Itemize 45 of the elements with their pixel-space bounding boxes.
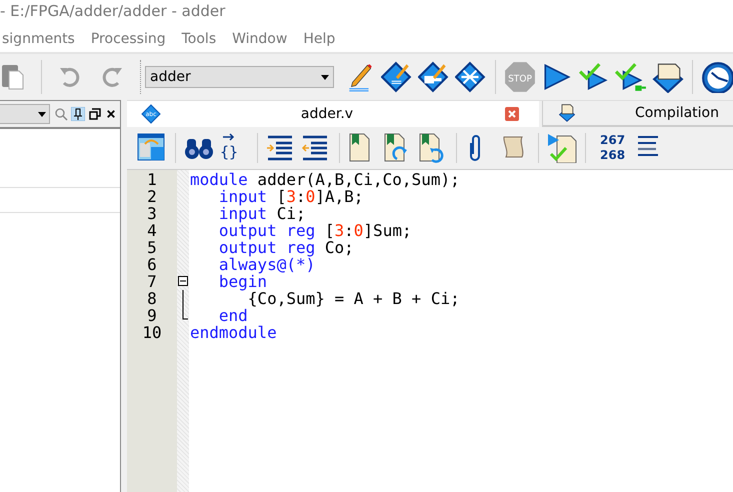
clock-icon[interactable]	[701, 61, 733, 93]
code-line: end	[218, 307, 249, 324]
pin-icon[interactable]	[71, 107, 85, 121]
menu-item[interactable]: Window	[230, 31, 290, 47]
line-number: 10	[141, 324, 163, 341]
restore-icon[interactable]	[88, 107, 102, 121]
line-number: 9	[146, 307, 158, 324]
code-line: module adder(A,B,Ci,Co,Sum);	[190, 171, 460, 188]
menu-item[interactable]: Processing	[88, 31, 168, 47]
check-play-plug-icon[interactable]	[615, 61, 647, 93]
diamond-pencil-icon[interactable]	[381, 61, 413, 93]
close-icon[interactable]	[105, 108, 117, 120]
diamond-document-icon[interactable]	[652, 61, 684, 93]
menu-item[interactable]: signments	[0, 31, 77, 47]
code-line: output reg [3:0]Sum;	[218, 222, 413, 239]
line-number: 8	[146, 290, 158, 307]
line-number: 6	[146, 256, 158, 273]
entity-dropdown[interactable]: adder	[145, 66, 334, 88]
stop-sign-icon[interactable]: STOP	[504, 61, 536, 93]
diamond-cross-icon[interactable]	[455, 61, 487, 93]
window-swap-icon[interactable]	[137, 133, 167, 163]
line-number: 7	[146, 273, 158, 290]
code-line: input Ci;	[218, 205, 307, 222]
editor-tab[interactable]: Compilation	[542, 101, 733, 127]
code-line: output reg Co;	[218, 239, 355, 256]
code-line: {Co,Sum} = A + B + Ci;	[248, 290, 460, 307]
line-number-label: 268	[600, 148, 626, 163]
line-number: 2	[146, 188, 158, 205]
diamond-document-icon[interactable]	[557, 103, 577, 123]
line-number: 4	[146, 222, 158, 239]
code-line: always@(*)	[218, 256, 316, 273]
code-line: input [3:0]A,B;	[218, 188, 364, 205]
line-number: 3	[146, 205, 158, 222]
code-line: endmodule	[190, 324, 278, 341]
check-play-icon[interactable]	[578, 61, 610, 93]
run-check-icon[interactable]	[547, 133, 577, 163]
menu-item[interactable]: Help	[301, 31, 338, 47]
menu-item[interactable]: Tools	[180, 31, 218, 47]
line-number: 1	[146, 171, 158, 188]
code-line: begin	[218, 273, 268, 290]
window-title: - E:/FPGA/adder/adder - adder	[0, 2, 226, 20]
panel-dropdown[interactable]	[0, 104, 50, 124]
diamond-chip-icon[interactable]	[418, 61, 450, 93]
line-number-label: 267	[600, 133, 626, 148]
line-number: 5	[146, 239, 158, 256]
